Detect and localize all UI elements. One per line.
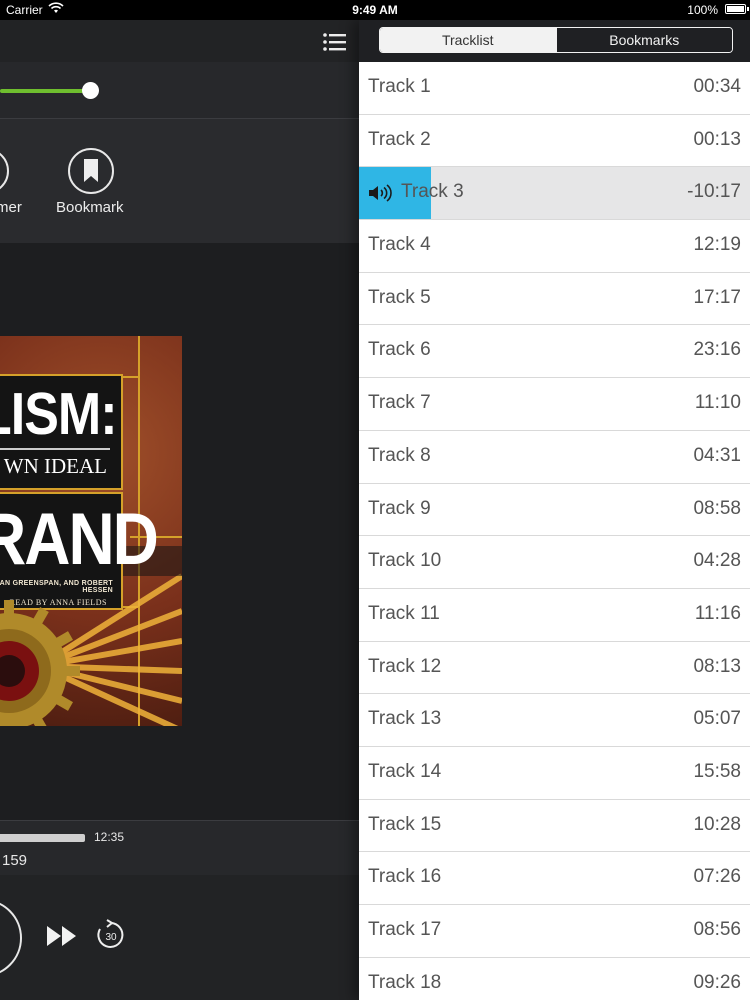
gear-illustration (0, 600, 80, 726)
track-title: Track 9 (368, 497, 431, 519)
track-row[interactable]: Track 10 04:28 (359, 536, 750, 589)
track-duration: 11:10 (694, 392, 741, 414)
cover-title-line2: RAND (0, 497, 159, 580)
list-menu-icon[interactable] (323, 32, 347, 52)
timer-button[interactable] (0, 148, 9, 194)
track-duration: -10:17 (687, 181, 741, 203)
battery-percent: 100% (687, 3, 718, 17)
track-duration: 07:26 (693, 866, 741, 888)
status-bar: Carrier 9:49 AM 100% (0, 0, 750, 20)
track-title: Track 6 (368, 339, 431, 361)
track-title: Track 5 (368, 286, 431, 308)
track-title: Track 1 (368, 76, 431, 97)
playback-controls: 30 (0, 875, 359, 1000)
track-row[interactable]: Track 2 00:13 (359, 114, 750, 168)
track-row[interactable]: Track 6 23:16 (359, 325, 750, 379)
track-title: Track 10 (368, 550, 442, 572)
track-title: Track 3 (401, 181, 464, 203)
track-title: Track 4 (368, 234, 431, 256)
track-duration: 05:07 (693, 708, 741, 730)
cover-title-line1: LISM: (0, 381, 118, 448)
player-top-bar (0, 20, 359, 62)
tab-bookmarks[interactable]: Bookmarks (555, 28, 732, 52)
track-row[interactable]: Track 13 05:07 (359, 694, 750, 747)
track-duration: 00:34 (693, 76, 741, 97)
track-duration: 09:26 (693, 971, 741, 993)
track-list: Track 1 00:34 Track 2 00:13 Track 3 -10:17 Tra… (359, 62, 750, 1000)
track-title: Track 8 (368, 444, 431, 466)
bookmark-icon (84, 159, 98, 182)
position-label: 159 (2, 852, 28, 869)
bookmark-button[interactable] (68, 148, 114, 194)
track-title: Track 14 (368, 760, 442, 782)
seek-bar[interactable] (0, 62, 359, 119)
track-title: Track 2 (368, 128, 431, 150)
track-row[interactable]: Track 18 09:26 (359, 957, 750, 1000)
track-title: Track 13 (368, 708, 442, 730)
track-row[interactable]: Track 1 00:34 (359, 62, 750, 115)
view-segmented-control: Tracklist Bookmarks (379, 27, 733, 53)
track-title: Track 15 (368, 813, 442, 835)
track-row[interactable]: Track 15 10:28 (359, 799, 750, 853)
scrubber-track[interactable] (0, 834, 85, 842)
track-duration: 08:56 (693, 919, 741, 940)
track-duration: 08:13 (693, 655, 741, 677)
player-panel: mer Bookmark ISM: WN IDEAL AND AN GREENS… (0, 20, 359, 1000)
timer-label: mer (0, 199, 22, 216)
bookmark-label: Bookmark (56, 199, 124, 216)
track-title: Track 18 (368, 971, 442, 993)
battery-icon (725, 4, 746, 14)
cover-subtitle: WN IDEAL (3, 454, 107, 478)
tracklist-panel: Tracklist Bookmarks Track 1 00:34 Track 2 0… (359, 20, 750, 1000)
track-duration: 11:16 (694, 602, 741, 624)
track-duration: 04:28 (693, 550, 741, 572)
track-duration: 08:58 (693, 497, 741, 519)
track-duration: 17:17 (693, 286, 741, 308)
track-row[interactable]: Track 8 04:31 (359, 430, 750, 484)
track-title: Track 17 (368, 919, 442, 940)
cover-art: LISM: WN IDEAL RAND , ALAN GREENSPAN, AN… (0, 336, 182, 726)
clock: 9:49 AM (352, 3, 398, 17)
skip-amount-label: 30 (105, 932, 117, 943)
track-duration: 04:31 (693, 444, 741, 466)
track-row[interactable]: Track 7 11:10 (359, 378, 750, 431)
tracklist-header: Tracklist Bookmarks (359, 20, 750, 62)
chapter-scrubber[interactable]: 12:35 159 (0, 820, 359, 876)
track-row[interactable]: Track 5 17:17 (359, 272, 750, 326)
speaker-icon (369, 184, 392, 203)
track-title: Track 16 (368, 866, 442, 888)
track-row-playing[interactable]: Track 3 -10:17 (359, 167, 750, 221)
player-actions: mer Bookmark (0, 119, 359, 243)
seek-handle[interactable] (82, 82, 99, 99)
track-duration: 12:19 (693, 234, 741, 256)
track-row[interactable]: Track 17 08:56 (359, 905, 750, 958)
track-row[interactable]: Track 9 08:58 (359, 483, 750, 537)
cover-contributors: , ALAN GREENSPAN, AND ROBERT HESSEN (0, 580, 113, 594)
track-duration: 00:13 (693, 128, 741, 150)
fast-forward-icon[interactable] (46, 925, 78, 947)
battery-tip (747, 7, 749, 11)
track-row[interactable]: Track 12 08:13 (359, 641, 750, 695)
track-duration: 15:58 (693, 760, 741, 782)
track-title: Track 12 (368, 655, 442, 677)
skip-forward-30-icon[interactable]: 30 (95, 919, 127, 951)
track-title: Track 7 (368, 392, 431, 414)
seek-progress-fill (0, 89, 90, 93)
cover-divider (0, 448, 110, 450)
track-row[interactable]: Track 14 15:58 (359, 746, 750, 800)
cover-art-area: LISM: WN IDEAL RAND , ALAN GREENSPAN, AN… (0, 243, 359, 820)
track-row[interactable]: Track 11 11:16 (359, 588, 750, 642)
tab-tracklist[interactable]: Tracklist (380, 28, 556, 52)
track-row[interactable]: Track 16 07:26 (359, 852, 750, 905)
track-row[interactable]: Track 4 12:19 (359, 220, 750, 273)
track-duration: 23:16 (693, 339, 741, 361)
play-pause-button[interactable] (0, 899, 22, 977)
track-duration: 10:28 (693, 813, 741, 835)
duration-label: 12:35 (94, 830, 125, 844)
track-title: Track 11 (368, 602, 440, 624)
